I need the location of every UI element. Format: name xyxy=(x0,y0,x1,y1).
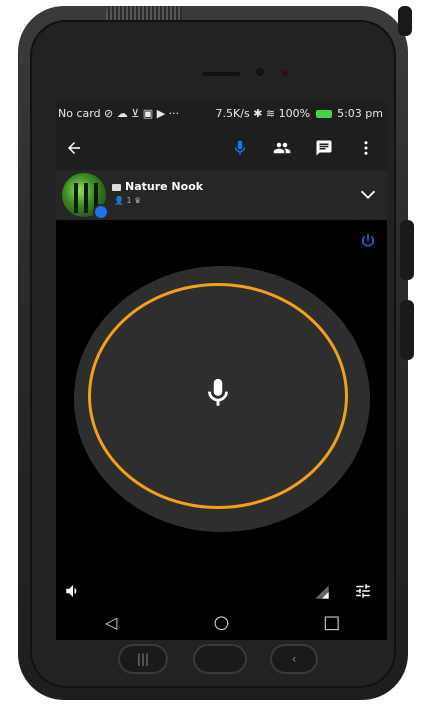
more-vert-icon xyxy=(364,141,368,155)
mic-icon xyxy=(208,378,228,406)
status-left: No card ⊘ ☁ ⊻ ▣ ▶ ··· xyxy=(58,107,180,120)
room-title-text: Nature Nook xyxy=(125,180,204,193)
signal-indicator xyxy=(314,584,330,604)
battery-percent: 100% xyxy=(278,107,311,120)
power-button[interactable] xyxy=(359,232,377,254)
back-button[interactable] xyxy=(60,134,88,162)
sensor xyxy=(282,70,288,76)
room-title: Nature Nook xyxy=(112,180,203,193)
nav-home-icon: ○ xyxy=(213,611,230,633)
chat-button[interactable] xyxy=(310,134,338,162)
signal-icon xyxy=(315,585,329,599)
power-icon xyxy=(362,233,374,247)
power-hardware-button xyxy=(398,6,412,36)
arrow-back-icon xyxy=(68,142,80,154)
system-nav-bar: ◁ ○ □ xyxy=(56,604,387,640)
chat-icon xyxy=(316,140,332,156)
person-icon: 👤 xyxy=(114,196,124,205)
hardware-recents-label: ||| xyxy=(136,652,150,666)
hardware-back-label: ‹ xyxy=(291,652,297,666)
app-bar xyxy=(56,126,387,170)
more-options-button[interactable] xyxy=(352,134,380,162)
tune-icon xyxy=(356,584,370,598)
nav-back-icon: ◁ xyxy=(105,612,118,632)
push-to-talk-mic[interactable] xyxy=(201,376,235,414)
front-camera xyxy=(256,68,264,76)
nav-recents-button[interactable]: □ xyxy=(320,610,344,634)
room-header[interactable]: Nature Nook 👤 1 ♛ xyxy=(56,170,387,220)
speaker-button[interactable] xyxy=(64,582,82,604)
room-tag-icon xyxy=(112,183,121,191)
bottom-controls xyxy=(56,580,387,604)
side-hardware-button xyxy=(400,300,414,360)
member-count: 1 xyxy=(126,196,132,205)
hardware-recents-key[interactable]: ||| xyxy=(118,644,168,674)
volume-icon xyxy=(66,585,77,597)
volume-hardware-button xyxy=(400,220,414,280)
wifi-icon: ≋ xyxy=(265,107,276,120)
mic-toggle-button[interactable] xyxy=(226,134,254,162)
earpiece-speaker xyxy=(202,72,240,76)
screen: No card ⊘ ☁ ⊻ ▣ ▶ ··· 7.5K/s ✱ ≋ 100% 5:… xyxy=(56,102,387,640)
hardware-home-key[interactable] xyxy=(193,644,247,674)
crown-icon: ♛ xyxy=(134,196,142,205)
mic-icon xyxy=(234,140,246,155)
network-speed: 7.5K/s xyxy=(215,107,250,120)
chevron-down-icon xyxy=(360,190,376,200)
room-meta: 👤 1 ♛ xyxy=(114,196,141,205)
nav-back-button[interactable]: ◁ xyxy=(99,610,123,634)
nav-home-button[interactable]: ○ xyxy=(209,610,233,634)
participants-button[interactable] xyxy=(268,134,296,162)
expand-room-button[interactable] xyxy=(357,184,379,210)
status-bar: No card ⊘ ☁ ⊻ ▣ ▶ ··· 7.5K/s ✱ ≋ 100% 5:… xyxy=(56,102,387,126)
clock: 5:03 pm xyxy=(337,107,383,120)
nav-recents-icon: □ xyxy=(323,611,341,633)
people-icon xyxy=(273,142,291,154)
audio-settings-button[interactable] xyxy=(354,582,372,604)
status-right: 7.5K/s ✱ ≋ 100% 5:03 pm xyxy=(216,107,383,120)
battery-icon xyxy=(315,110,332,118)
bluetooth-icon: ✱ xyxy=(253,107,263,120)
hardware-back-key[interactable]: ‹ xyxy=(270,644,318,674)
live-badge-icon xyxy=(93,204,109,220)
